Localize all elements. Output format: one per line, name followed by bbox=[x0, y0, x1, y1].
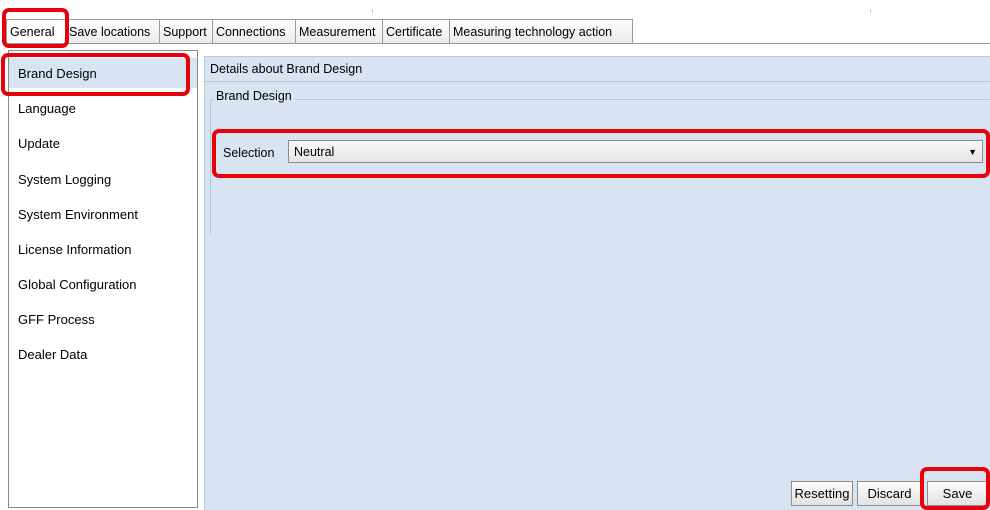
tab-save-locations[interactable]: Save locations bbox=[65, 19, 160, 44]
discard-button[interactable]: Discard bbox=[857, 481, 922, 506]
sidebar-item-system-environment[interactable]: System Environment bbox=[9, 199, 197, 229]
sidebar-item-license-information[interactable]: License Information bbox=[9, 234, 197, 264]
sidebar-item-brand-design[interactable]: Brand Design bbox=[9, 58, 197, 88]
tab-bar: General Save locations Support Connectio… bbox=[6, 18, 633, 44]
sidebar-item-system-logging[interactable]: System Logging bbox=[9, 164, 197, 194]
sidebar-item-update[interactable]: Update bbox=[9, 128, 197, 158]
tab-general[interactable]: General bbox=[6, 19, 66, 44]
save-button[interactable]: Save bbox=[927, 481, 988, 506]
brand-design-selection-dropdown[interactable]: Neutral ▼ bbox=[288, 140, 983, 163]
tab-measuring-technology-action[interactable]: Measuring technology action bbox=[449, 19, 633, 44]
settings-sidebar: Brand Design Language Update System Logg… bbox=[8, 50, 198, 508]
selection-value: Neutral bbox=[294, 144, 335, 159]
selection-label: Selection bbox=[223, 146, 275, 160]
tab-certificate[interactable]: Certificate bbox=[382, 19, 450, 44]
tab-connections[interactable]: Connections bbox=[212, 19, 296, 44]
tab-measurement[interactable]: Measurement bbox=[295, 19, 383, 44]
window-top-strip bbox=[0, 0, 990, 18]
divider bbox=[870, 9, 871, 13]
details-header: Details about Brand Design bbox=[205, 56, 990, 82]
sidebar-item-language[interactable]: Language bbox=[9, 93, 197, 123]
sidebar-item-gff-process[interactable]: GFF Process bbox=[9, 304, 197, 334]
resetting-button[interactable]: Resetting bbox=[791, 481, 853, 506]
sidebar-item-global-configuration[interactable]: Global Configuration bbox=[9, 269, 197, 299]
tab-bar-baseline bbox=[6, 43, 990, 44]
brand-design-group bbox=[210, 99, 990, 234]
tab-support[interactable]: Support bbox=[159, 19, 213, 44]
details-panel: Details about Brand Design Brand Design … bbox=[204, 56, 990, 510]
sidebar-item-dealer-data[interactable]: Dealer Data bbox=[9, 339, 197, 369]
chevron-down-icon: ▼ bbox=[968, 147, 977, 157]
group-title: Brand Design bbox=[213, 89, 295, 103]
divider bbox=[372, 9, 373, 13]
